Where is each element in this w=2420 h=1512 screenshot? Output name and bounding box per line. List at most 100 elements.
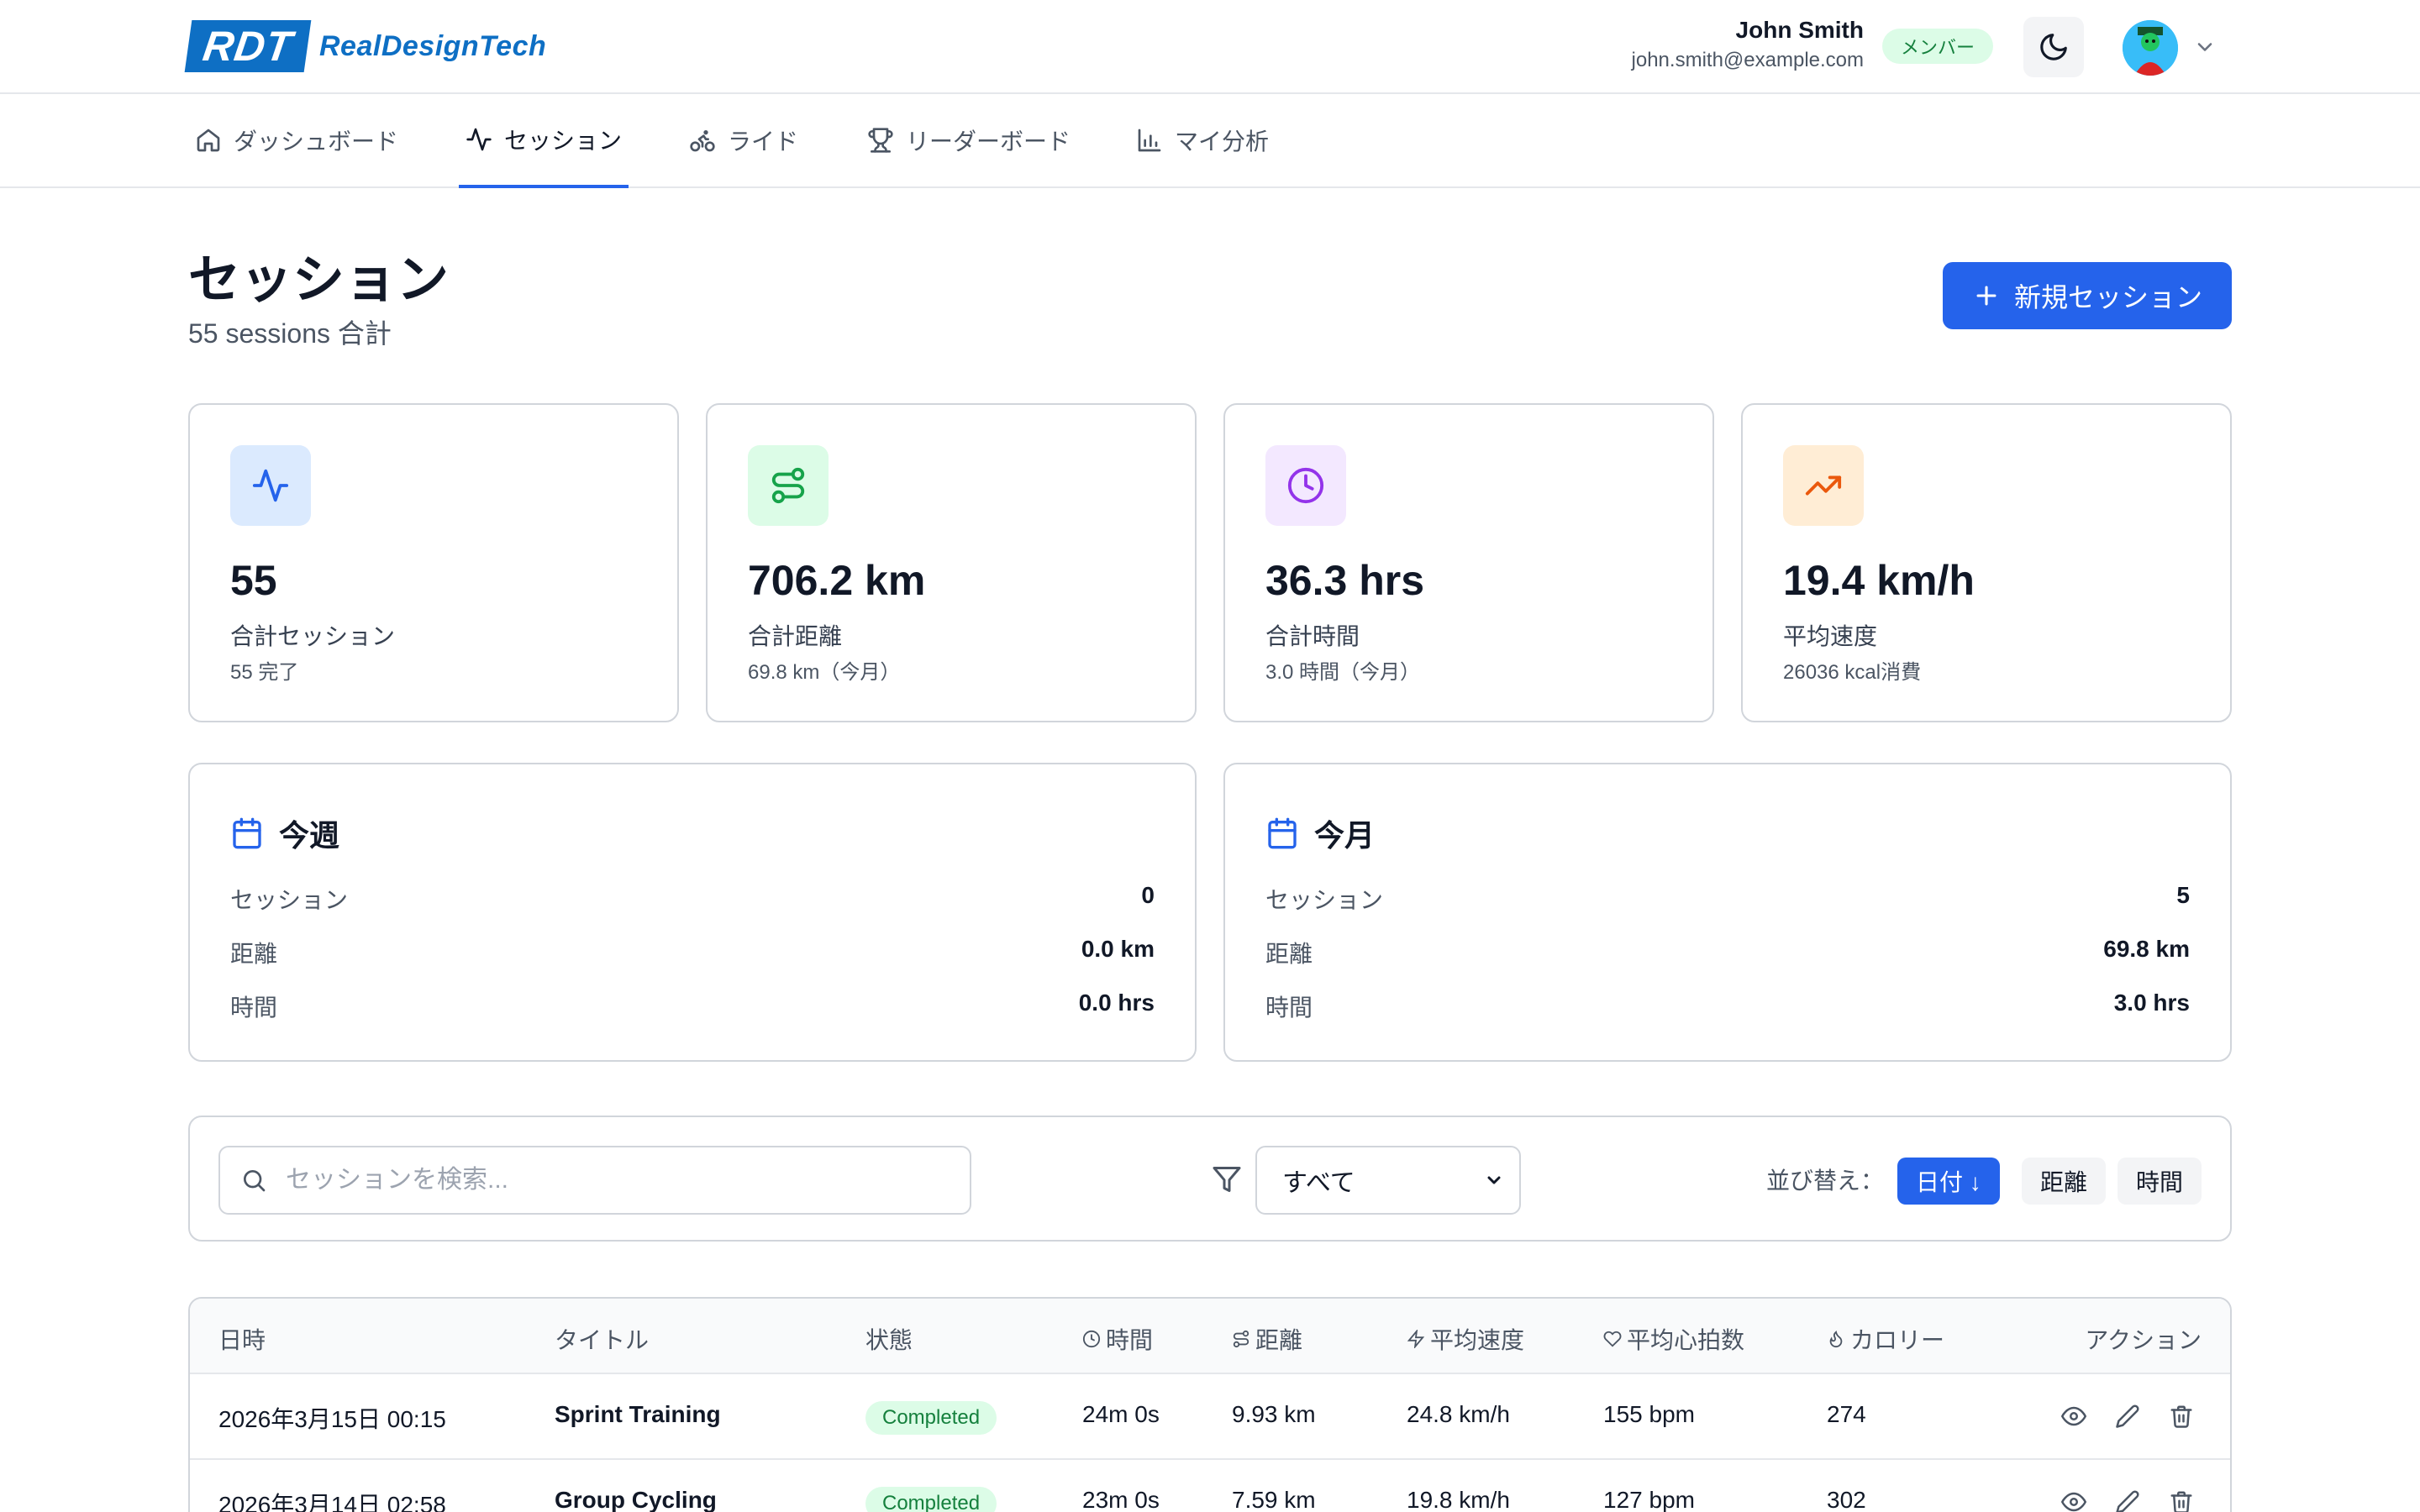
period-value: 5 <box>2176 882 2190 908</box>
stat-icon-box <box>1783 445 1864 526</box>
column-header-title[interactable]: タイトル <box>555 1322 649 1356</box>
cell-title[interactable]: Sprint Training <box>555 1401 721 1428</box>
view-button[interactable] <box>2059 1487 2089 1512</box>
column-header-date[interactable]: 日時 <box>218 1322 266 1356</box>
column-header-label: 時間 <box>1106 1327 1154 1353</box>
sort-by-time-button[interactable]: 時間 <box>2118 1158 2202 1205</box>
new-session-button[interactable]: 新規セッション <box>1943 262 2232 329</box>
moon-icon <box>2040 34 2067 60</box>
trophy-icon <box>868 128 893 153</box>
logo-mark: RDT <box>184 20 312 72</box>
nav-item-leaderboard[interactable]: リーダーボード <box>867 94 1071 186</box>
period-heading: 今週 <box>230 811 339 855</box>
user-name: John Smith <box>1735 17 1864 43</box>
view-button[interactable] <box>2059 1401 2089 1431</box>
period-title: 今週 <box>279 818 340 853</box>
stat-card-speed: 19.4 km/h 平均速度 26036 kcal消費 <box>1741 403 2232 722</box>
cell-title[interactable]: Group Cycling <box>555 1487 717 1512</box>
nav-item-dashboard[interactable]: ダッシュボード <box>195 94 398 186</box>
delete-button[interactable] <box>2166 1401 2196 1431</box>
column-header-distance[interactable]: 距離 <box>1232 1322 1302 1356</box>
cell-duration: 24m 0s <box>1082 1401 1160 1427</box>
column-header-calories[interactable]: カロリー <box>1827 1322 1944 1356</box>
column-header-avg-hr[interactable]: 平均心拍数 <box>1603 1322 1744 1356</box>
page-title: セッション <box>188 251 450 309</box>
search-icon <box>244 1170 266 1192</box>
period-value: 0.0 hrs <box>1078 990 1155 1016</box>
stat-value: 706.2 km <box>748 557 926 604</box>
column-header-duration[interactable]: 時間 <box>1082 1322 1153 1356</box>
column-header-avg-speed[interactable]: 平均速度 <box>1407 1322 1524 1356</box>
nav-item-rides[interactable]: ライド <box>689 94 798 186</box>
period-value: 3.0 hrs <box>2113 990 2190 1016</box>
this-week-card: 今週 セッション 0 距離 0.0 km 時間 0.0 hrs <box>188 763 1197 1062</box>
column-header-status[interactable]: 状態 <box>865 1322 913 1356</box>
edit-button[interactable] <box>2112 1487 2143 1512</box>
theme-toggle-button[interactable] <box>2023 17 2084 77</box>
nav-item-my-analysis[interactable]: マイ分析 <box>1136 94 1269 186</box>
plus-icon <box>1976 286 1996 306</box>
nav-item-label: セッション <box>504 128 623 154</box>
period-title: 今月 <box>1314 818 1376 853</box>
stat-value: 55 <box>230 557 277 604</box>
stat-note: 3.0 時間（今月） <box>1265 661 1421 684</box>
eye-icon <box>2061 1492 2086 1512</box>
zap-icon <box>1407 1330 1425 1348</box>
period-row: 時間 0.0 hrs <box>230 990 1155 1023</box>
route-icon <box>1233 1330 1249 1348</box>
new-session-label: 新規セッション <box>2013 282 2202 312</box>
logo-text: RealDesignTech <box>319 29 547 62</box>
cell-date: 2026年3月14日 02:58 <box>218 1492 446 1512</box>
app-header: RDT RealDesignTech John Smith john.smith… <box>0 0 2420 94</box>
chevron-down-icon[interactable] <box>2193 35 2217 59</box>
avatar-image <box>2123 20 2178 76</box>
column-header-label: 平均速度 <box>1430 1327 1525 1353</box>
clock-icon <box>1082 1330 1101 1348</box>
edit-button[interactable] <box>2112 1401 2143 1431</box>
sort-by-distance-button[interactable]: 距離 <box>2022 1158 2107 1205</box>
period-heading: 今月 <box>1265 811 1375 855</box>
cell-avg-speed: 19.8 km/h <box>1407 1487 1510 1512</box>
eye-icon <box>2061 1406 2086 1426</box>
user-email: john.smith@example.com <box>1631 49 1864 71</box>
cell-duration: 23m 0s <box>1082 1487 1160 1512</box>
period-row: 距離 0.0 km <box>230 936 1155 969</box>
period-row: 時間 3.0 hrs <box>1265 990 2190 1023</box>
column-header-actions: アクション <box>2085 1327 2202 1353</box>
search-input[interactable] <box>286 1166 941 1194</box>
sessions-table: 日時 タイトル 状態 時間 距離 平均速度 平均心拍数 カロリー アクション 2… <box>188 1297 2232 1512</box>
table-header: 日時 タイトル 状態 時間 距離 平均速度 平均心拍数 カロリー アクション <box>190 1299 2230 1374</box>
period-label: 距離 <box>1265 941 1313 967</box>
home-icon <box>197 129 220 152</box>
column-header-label: 距離 <box>1255 1327 1303 1353</box>
activity-icon <box>252 469 289 502</box>
stat-value: 19.4 km/h <box>1783 557 1975 604</box>
nav-item-label: ライド <box>728 129 799 155</box>
brand-logo[interactable]: RDT RealDesignTech <box>184 20 547 72</box>
nav-item-label: ダッシュボード <box>234 129 399 155</box>
cell-avg-speed: 24.8 km/h <box>1407 1401 1510 1427</box>
table-row[interactable]: 2026年3月15日 00:15 Sprint Training Complet… <box>190 1374 2230 1460</box>
heart-icon <box>1603 1331 1622 1347</box>
nav-item-label: リーダーボード <box>906 129 1071 155</box>
activity-icon <box>466 128 492 151</box>
period-value: 69.8 km <box>2103 936 2190 962</box>
filter-bar: すべて 並び替え： 日付 ↓ 距離 時間 <box>188 1116 2232 1242</box>
sort-by-date-button[interactable]: 日付 ↓ <box>1897 1158 2000 1205</box>
status-filter-select[interactable]: すべて <box>1255 1146 1521 1215</box>
table-row[interactable]: 2026年3月14日 02:58 Group Cycling Completed… <box>190 1460 2230 1512</box>
cell-calories: 302 <box>1827 1487 1866 1512</box>
stat-note: 26036 kcal消費 <box>1783 661 1922 684</box>
nav-item-label: マイ分析 <box>1175 129 1270 155</box>
delete-button[interactable] <box>2166 1487 2196 1512</box>
status-badge: Completed <box>865 1401 997 1435</box>
role-badge: メンバー <box>1882 29 1994 64</box>
this-month-card: 今月 セッション 5 距離 69.8 km 時間 3.0 hrs <box>1223 763 2232 1062</box>
route-icon <box>771 467 805 504</box>
sort-label: 並び替え： <box>1766 1168 1885 1194</box>
stat-label: 合計セッション <box>230 623 396 649</box>
bike-icon <box>690 130 715 152</box>
avatar[interactable] <box>2123 20 2178 76</box>
cell-calories: 274 <box>1827 1401 1866 1427</box>
nav-item-sessions[interactable]: セッション <box>459 94 629 188</box>
